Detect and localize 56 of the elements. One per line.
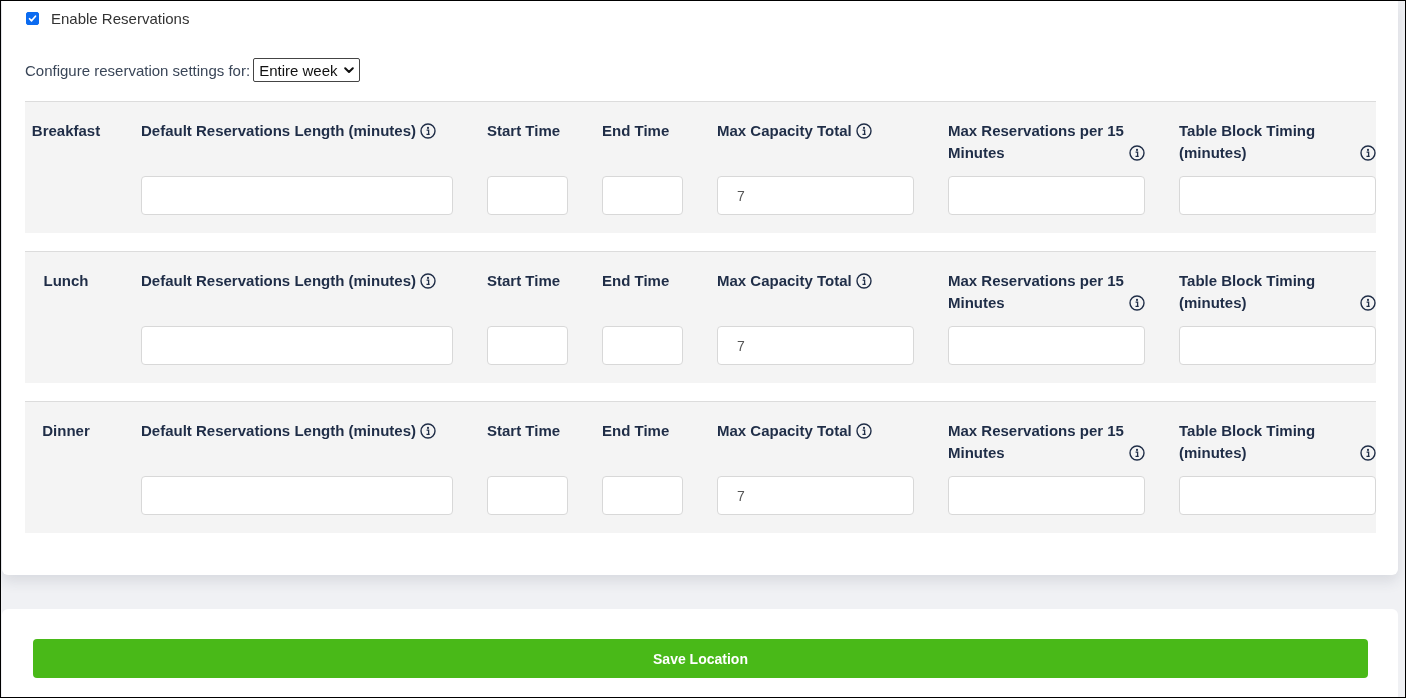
- input-field[interactable]: [1179, 176, 1376, 215]
- input-field[interactable]: [602, 176, 683, 215]
- info-icon[interactable]: [420, 273, 437, 289]
- field-label: End Time: [602, 421, 670, 441]
- field-label: Default Reservations Length (minutes): [141, 421, 417, 441]
- field-label: Table Block Timing (minutes): [1179, 421, 1317, 463]
- field-label: Max Capacity Total: [717, 121, 852, 141]
- field-label: Max Capacity Total: [717, 421, 852, 441]
- field-label: Max Reservations per 15 Minutes: [948, 421, 1125, 463]
- input-field[interactable]: [141, 476, 453, 515]
- info-icon[interactable]: [420, 423, 437, 439]
- field-label: Max Reservations per 15 Minutes: [948, 271, 1125, 313]
- input-field[interactable]: [487, 326, 568, 365]
- input-field[interactable]: [948, 176, 1145, 215]
- enable-checkbox[interactable]: [26, 11, 39, 25]
- input-field[interactable]: [602, 326, 683, 365]
- period-select[interactable]: Entire week: [253, 58, 360, 82]
- info-icon[interactable]: [1129, 145, 1145, 161]
- input-field[interactable]: [602, 476, 683, 515]
- input-field[interactable]: [487, 176, 568, 215]
- input-field[interactable]: [1179, 476, 1376, 515]
- configure-label: Configure reservation settings for:: [25, 61, 251, 79]
- input-field[interactable]: [141, 176, 453, 215]
- input-field[interactable]: 7: [717, 326, 914, 365]
- field-label: Table Block Timing (minutes): [1179, 271, 1317, 313]
- info-icon[interactable]: [1360, 445, 1376, 461]
- field-label: Start Time: [487, 271, 561, 291]
- field-label: Default Reservations Length (minutes): [141, 271, 417, 291]
- field-label: End Time: [602, 271, 670, 291]
- chevron-icon: [343, 66, 354, 74]
- info-icon[interactable]: [855, 123, 872, 139]
- field-label: Table Block Timing (minutes): [1179, 121, 1317, 163]
- info-icon[interactable]: [1360, 295, 1376, 311]
- input-field[interactable]: [1179, 326, 1376, 365]
- meal-name: Dinner: [42, 422, 90, 439]
- field-label: Max Reservations per 15 Minutes: [948, 121, 1125, 163]
- input-field[interactable]: [948, 326, 1145, 365]
- input-field[interactable]: [141, 326, 453, 365]
- input-field[interactable]: [948, 476, 1145, 515]
- info-icon[interactable]: [855, 423, 872, 439]
- info-icon[interactable]: [1129, 445, 1145, 461]
- field-label: End Time: [602, 121, 670, 141]
- input-field[interactable]: [487, 476, 568, 515]
- field-label: Start Time: [487, 421, 561, 441]
- meal-name: Lunch: [43, 272, 89, 289]
- field-label: Default Reservations Length (minutes): [141, 121, 417, 141]
- input-field[interactable]: 7: [717, 176, 914, 215]
- checkbox-label: Enable Reservations: [51, 9, 190, 27]
- info-icon[interactable]: [1129, 295, 1145, 311]
- info-icon[interactable]: [1360, 145, 1376, 161]
- field-label: Max Capacity Total: [717, 271, 852, 291]
- field-label: Start Time: [487, 121, 561, 141]
- meal-name: Breakfast: [31, 122, 101, 139]
- info-icon[interactable]: [855, 273, 872, 289]
- info-icon[interactable]: [420, 123, 437, 139]
- input-field[interactable]: 7: [717, 476, 914, 515]
